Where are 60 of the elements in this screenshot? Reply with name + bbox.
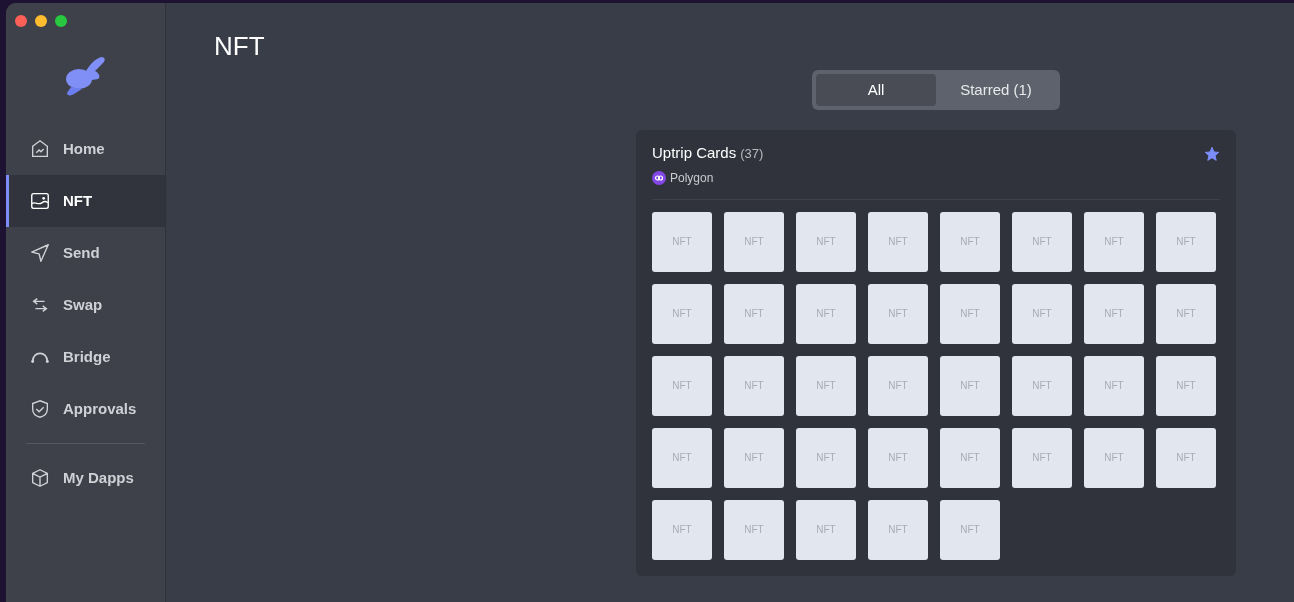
nft-thumbnail[interactable]: NFT [1084,355,1144,416]
page-title: NFT [214,31,266,63]
nft-thumbnail[interactable]: NFT [652,499,712,560]
nft-thumbnail[interactable]: NFT [796,427,856,488]
sidebar-item[interactable]: Home [6,123,165,175]
nft-thumbnail[interactable]: NFT [940,355,1000,416]
nft-thumbnail[interactable]: NFT [652,283,712,344]
tab[interactable]: All [816,74,936,107]
nft-thumbnail[interactable]: NFT [1156,355,1216,416]
nft-thumbnail[interactable]: NFT [652,427,712,488]
nft-thumbnail[interactable]: NFT [796,499,856,560]
nft-thumbnail[interactable]: NFT [796,355,856,416]
nft-thumbnail[interactable]: NFT [652,211,712,272]
sidebar-item[interactable]: My Dapps [6,452,165,504]
nft-thumbnail[interactable]: NFT [796,283,856,344]
nft-thumbnail[interactable]: NFT [940,283,1000,344]
nft-thumbnail[interactable]: NFT [1012,211,1072,272]
item-count: (37) [740,145,764,164]
paper-plane-icon [29,242,51,264]
chain-name: Polygon [670,169,714,187]
nft-thumbnail[interactable]: NFT [724,211,784,272]
sidebar-item[interactable]: Send [6,227,165,279]
nft-thumbnail[interactable]: NFT [1156,427,1216,488]
sidebar-item[interactable]: Approvals [6,383,165,435]
sidebar-item[interactable]: Bridge [6,331,165,383]
nft-thumbnail[interactable]: NFT [940,427,1000,488]
nft-thumbnail[interactable]: NFT [868,355,928,416]
nft-thumbnail[interactable]: NFT [724,283,784,344]
nft-thumbnail[interactable]: NFT [1156,283,1216,344]
nft-thumbnail[interactable]: NFT [1156,211,1216,272]
image-icon [29,190,51,212]
nft-thumbnail[interactable]: NFT [1012,355,1072,416]
nft-thumbnail[interactable]: NFT [868,427,928,488]
nft-thumbnail[interactable]: NFT [940,499,1000,560]
sidebar-item[interactable]: NFT [6,175,165,227]
nft-thumbnail[interactable]: NFT [724,499,784,560]
nft-thumbnail[interactable]: NFT [1084,211,1144,272]
nft-thumbnail[interactable]: NFT [868,283,928,344]
sidebar-item[interactable]: Swap [6,279,165,331]
nft-thumbnail[interactable]: NFT [868,499,928,560]
nft-thumbnail[interactable]: NFT [1084,283,1144,344]
nft-thumbnail[interactable]: NFT [724,355,784,416]
nft-thumbnail[interactable]: NFT [796,211,856,272]
chain-icon [652,170,666,185]
home-chart-icon [29,138,51,160]
nft-thumbnail[interactable]: NFT [940,211,1000,272]
collection-name: Uptrip Cards [652,143,737,164]
nft-thumbnail[interactable]: NFT [1012,427,1072,488]
nft-thumbnail[interactable]: NFT [1084,427,1144,488]
tab[interactable]: Starred (1) [936,74,1056,107]
star-icon[interactable] [1204,146,1220,163]
nft-thumbnail[interactable]: NFT [724,427,784,488]
zoom-button[interactable] [55,15,67,27]
shield-check-icon [29,398,51,420]
nft-thumbnail[interactable]: NFT [652,355,712,416]
cube-icon [29,467,51,489]
minimize-button[interactable] [35,15,47,27]
close-button[interactable] [15,15,27,27]
nft-thumbnail[interactable]: NFT [868,211,928,272]
nft-thumbnail[interactable]: NFT [1012,283,1072,344]
